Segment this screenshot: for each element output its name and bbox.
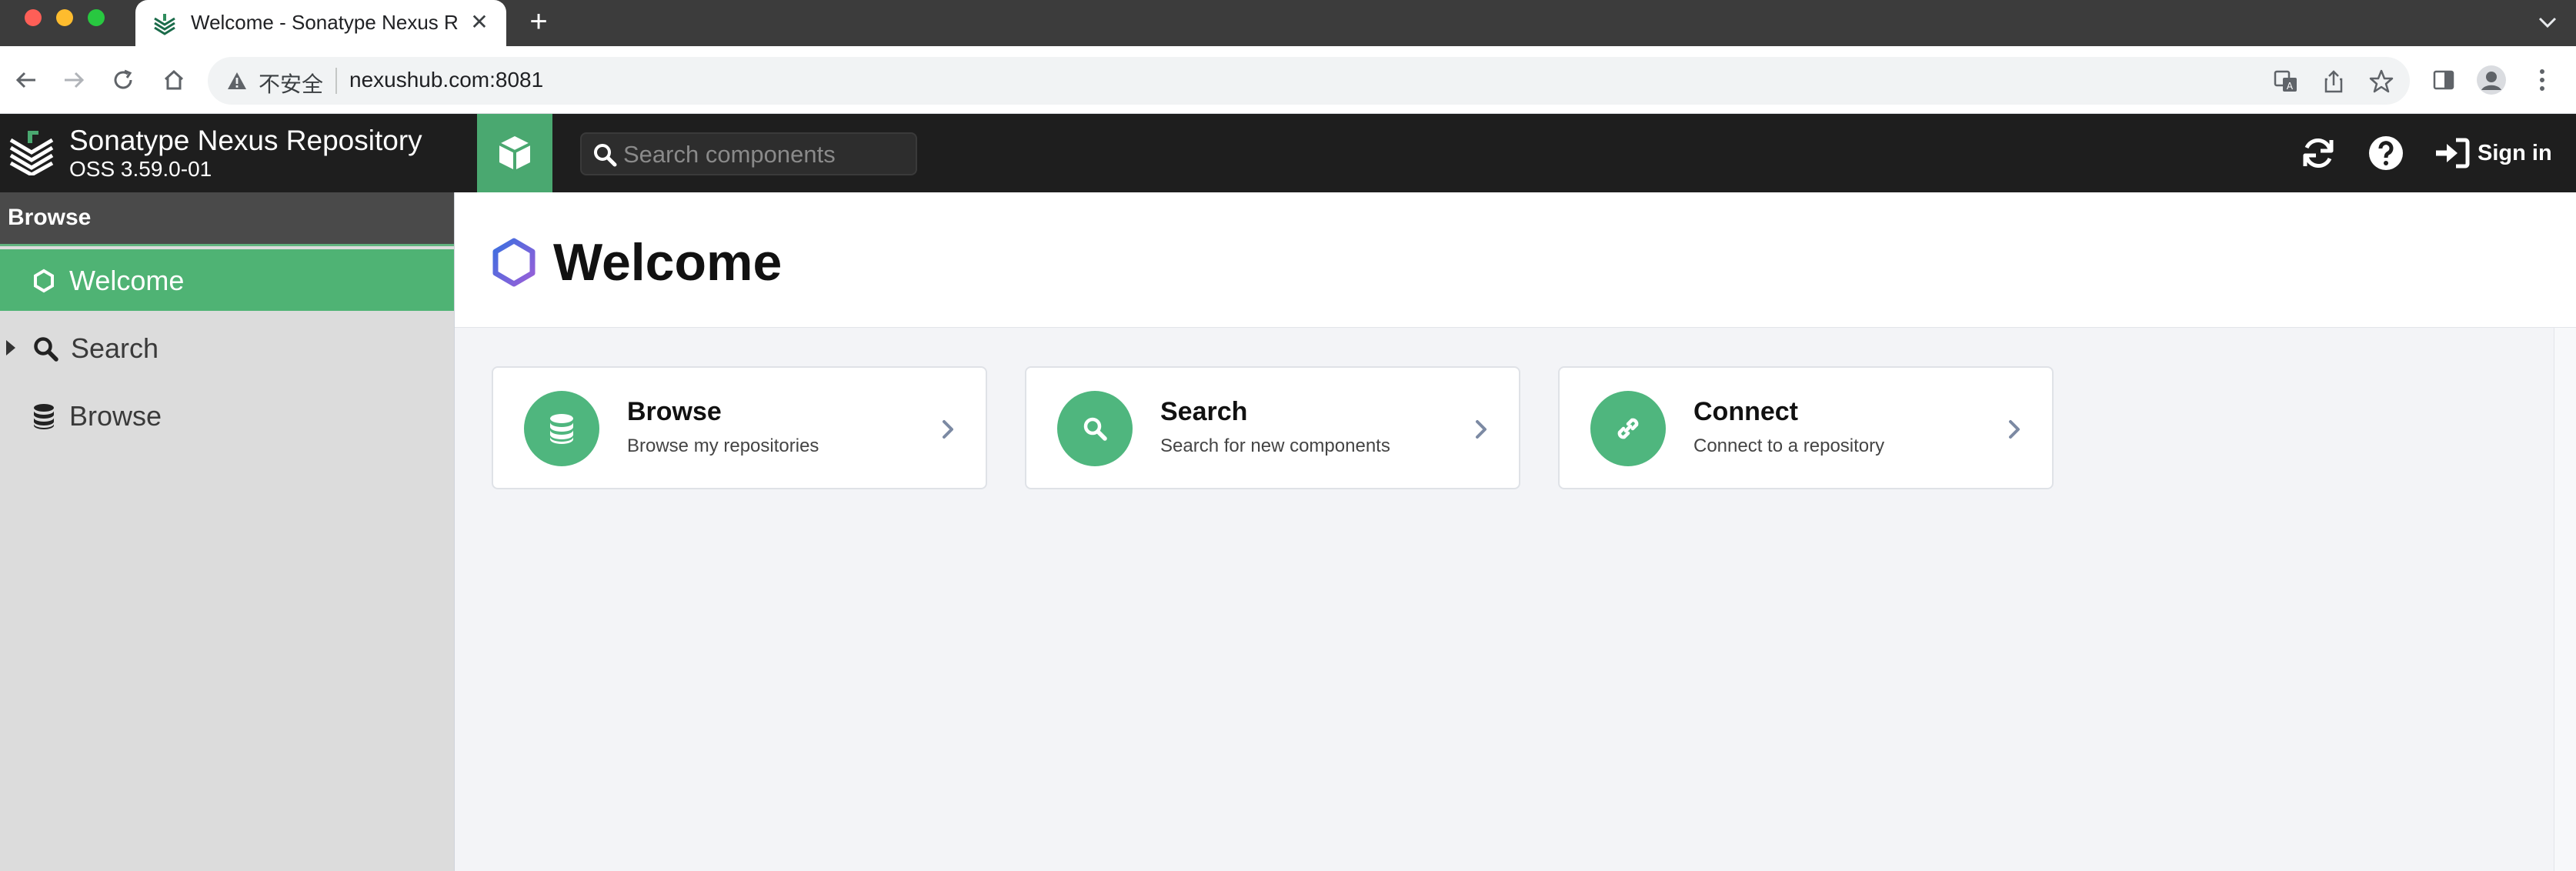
chevron-right-icon (2009, 420, 2020, 439)
hexagon-icon (31, 268, 57, 294)
arrow-right-icon (65, 72, 85, 88)
reload-icon (114, 69, 132, 89)
cube-icon (499, 136, 531, 170)
link-icon (1617, 418, 1639, 439)
side-panel-button[interactable] (2427, 63, 2461, 97)
window-minimize-button[interactable] (56, 9, 73, 26)
product-name: Sonatype Nexus Repository (69, 125, 422, 156)
arrow-left-icon (15, 72, 35, 88)
browser-menu-button[interactable] (2525, 63, 2559, 97)
browse-card[interactable]: Browse Browse my repositories (492, 366, 987, 489)
sign-in-button[interactable]: Sign in (2434, 132, 2552, 174)
card-subtitle: Browse my repositories (627, 436, 819, 456)
sidebar-item-label: Browse (69, 400, 162, 432)
security-status[interactable]: 不安全 (259, 68, 323, 98)
component-search-box[interactable] (580, 132, 917, 175)
browser-toolbar: 不安全 nexushub.com:8081 A (0, 46, 2576, 114)
warning-icon (228, 72, 246, 89)
sign-in-label: Sign in (2478, 140, 2552, 165)
tab-search-chevron-icon[interactable] (2536, 12, 2559, 32)
card-icon-circle (1057, 391, 1133, 466)
page-title: Welcome (553, 233, 782, 292)
browse-mode-button[interactable] (477, 114, 552, 192)
app-header: Sonatype Nexus Repository OSS 3.59.0-01 (0, 114, 2576, 192)
card-title: Browse (627, 397, 722, 426)
database-icon (550, 414, 573, 444)
window-close-button[interactable] (25, 9, 42, 26)
mode-active-indicator (506, 183, 525, 192)
sidebar-item-search[interactable]: Search (0, 317, 454, 379)
card-icon-circle (1590, 391, 1666, 466)
database-icon (31, 403, 57, 429)
search-icon (594, 144, 617, 167)
main-scrollbar[interactable] (2554, 328, 2576, 871)
page-header: Welcome (455, 192, 2576, 328)
tab-close-button[interactable]: ✕ (468, 11, 491, 34)
product-version: OSS 3.59.0-01 (69, 157, 212, 181)
card-icon-circle (524, 391, 599, 466)
home-icon (164, 69, 184, 90)
share-icon[interactable] (2321, 68, 2347, 95)
search-icon (1083, 417, 1107, 441)
avatar-icon (2477, 65, 2506, 95)
address-bar[interactable]: 不安全 nexushub.com:8081 A (208, 57, 2410, 105)
sidebar-item-label: Search (71, 332, 159, 364)
side-panel-icon (2433, 70, 2454, 90)
back-button[interactable] (9, 63, 43, 97)
help-icon (2369, 136, 2403, 170)
translate-icon[interactable]: A (2273, 68, 2299, 95)
card-title: Search (1160, 397, 1248, 426)
svg-text:A: A (2287, 81, 2294, 92)
connect-card[interactable]: Connect Connect to a repository (1558, 366, 2054, 489)
browser-tab[interactable]: Welcome - Sonatype Nexus Re ✕ (135, 0, 506, 46)
tab-title: Welcome - Sonatype Nexus Re (191, 11, 459, 34)
browser-tab-strip: Welcome - Sonatype Nexus Re ✕ + (0, 0, 2576, 46)
main-content: Welcome Browse Browse my repositories Se… (454, 192, 2576, 871)
nexus-logo-icon[interactable] (8, 128, 55, 175)
search-icon (32, 335, 58, 362)
home-button[interactable] (157, 63, 191, 97)
sidebar-item-welcome[interactable]: Welcome (0, 249, 454, 311)
component-search-input[interactable] (623, 140, 908, 169)
address-url[interactable]: nexushub.com:8081 (349, 68, 543, 92)
chevron-right-icon (943, 420, 953, 439)
hexagon-icon (492, 238, 536, 287)
card-title: Connect (1693, 397, 1798, 426)
bookmark-star-icon[interactable] (2368, 68, 2394, 95)
refresh-button[interactable] (2297, 132, 2339, 174)
address-divider (335, 68, 337, 94)
window-maximize-button[interactable] (88, 9, 105, 26)
chevron-right-icon (1476, 420, 1487, 439)
sidebar-item-label: Welcome (69, 265, 185, 296)
profile-button[interactable] (2474, 63, 2508, 97)
nexus-favicon-icon (154, 14, 175, 35)
sidebar-title: Browse (8, 205, 92, 230)
sidebar-header: Browse (0, 192, 454, 246)
help-button[interactable] (2365, 132, 2407, 174)
forward-button[interactable] (57, 63, 91, 97)
refresh-icon (2303, 138, 2334, 168)
new-tab-button[interactable]: + (523, 6, 554, 37)
sidebar: Browse Welcome Search Browse (0, 192, 454, 871)
card-subtitle: Connect to a repository (1693, 436, 1885, 456)
sign-in-icon (2436, 138, 2470, 169)
sidebar-item-browse[interactable]: Browse (0, 385, 454, 446)
card-subtitle: Search for new components (1160, 436, 1390, 456)
more-vertical-icon (2540, 69, 2544, 91)
expand-caret-icon[interactable] (6, 340, 15, 355)
reload-button[interactable] (106, 63, 140, 97)
search-card[interactable]: Search Search for new components (1025, 366, 1520, 489)
